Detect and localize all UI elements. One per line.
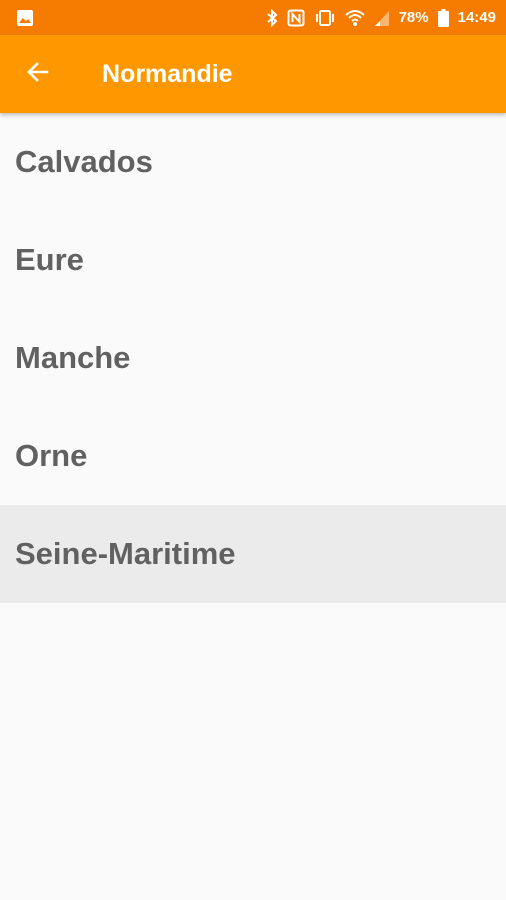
vibrate-icon [314,9,336,27]
list-item-manche[interactable]: Manche [0,309,506,407]
signal-icon [374,9,390,27]
list-item-orne[interactable]: Orne [0,407,506,505]
app-bar: Normandie [0,35,506,113]
battery-icon [437,8,449,27]
wifi-icon [344,9,365,27]
arrow-back-icon [26,60,50,89]
battery-percent: 78% [398,9,429,26]
list-item-eure[interactable]: Eure [0,211,506,309]
nfc-icon [287,9,305,27]
status-bar: 78% 14:49 [0,0,506,35]
list-item-calvados[interactable]: Calvados [0,113,506,211]
page-title: Normandie [102,60,233,88]
back-button[interactable] [14,50,62,98]
bluetooth-icon [266,8,278,27]
department-list: Calvados Eure Manche Orne Seine-Maritime [0,113,506,603]
list-item-seine-maritime[interactable]: Seine-Maritime [0,505,506,603]
clock: 14:49 [457,9,496,26]
image-notification-icon [16,9,34,32]
